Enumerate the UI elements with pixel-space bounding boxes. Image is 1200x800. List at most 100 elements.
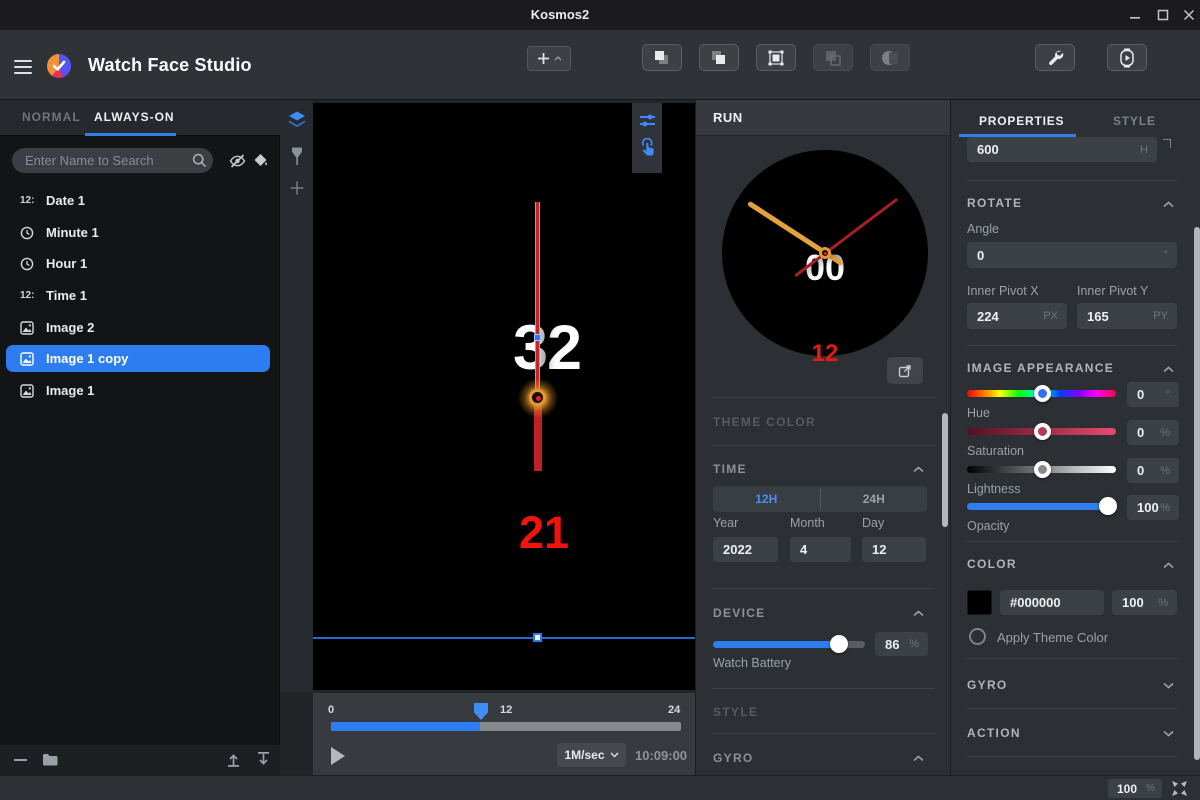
selection-bottom-edge xyxy=(313,637,695,639)
opacity-label: Opacity xyxy=(967,519,1009,533)
battery-slider-knob[interactable] xyxy=(830,635,848,653)
color-swatch[interactable] xyxy=(967,590,992,615)
close-icon[interactable] xyxy=(1178,4,1200,26)
timeline-track[interactable] xyxy=(331,722,681,731)
pivot-x-input[interactable]: 224 PX xyxy=(967,303,1067,329)
forward-button[interactable] xyxy=(642,44,682,71)
timeline-mid-label: 12 xyxy=(500,704,512,716)
touch-mode-icon[interactable] xyxy=(639,138,656,156)
tab-properties[interactable]: PROPERTIES xyxy=(979,114,1064,128)
add-component-button[interactable] xyxy=(527,46,571,71)
canvas-settings-icon[interactable] xyxy=(639,113,656,128)
action-expand-icon[interactable] xyxy=(1163,730,1174,737)
open-preview-button[interactable] xyxy=(887,357,923,384)
layer-row-image-2[interactable]: Image 2 xyxy=(6,314,270,341)
play-button[interactable] xyxy=(331,747,345,765)
divider xyxy=(967,541,1177,542)
device-collapse-icon[interactable] xyxy=(913,610,924,617)
gyro-expand-icon[interactable] xyxy=(1163,682,1174,689)
divider xyxy=(712,588,935,589)
backward-button[interactable] xyxy=(699,44,739,71)
link-dimensions-icon[interactable] xyxy=(1163,139,1171,148)
layer-row-minute-1[interactable]: Minute 1 xyxy=(6,219,270,246)
hue-knob[interactable] xyxy=(1034,385,1051,402)
tab-normal[interactable]: NORMAL xyxy=(22,110,81,124)
day-value: 12 xyxy=(872,542,886,557)
search-icon[interactable] xyxy=(192,153,207,168)
toggle-24h[interactable]: 24H xyxy=(821,486,928,512)
layer-label: Image 2 xyxy=(46,320,94,335)
add-guide-icon[interactable] xyxy=(290,181,304,195)
run-panel-scrollbar[interactable] xyxy=(942,413,948,527)
opacity-knob[interactable] xyxy=(1099,497,1117,515)
height-input[interactable]: 600 H xyxy=(967,137,1157,162)
angle-input[interactable]: 0 ° xyxy=(967,242,1177,268)
zoom-level-box[interactable]: 100 % xyxy=(1108,779,1162,798)
fit-to-screen-icon[interactable] xyxy=(1171,780,1188,797)
layer-row-hour-1[interactable]: Hour 1 xyxy=(6,250,270,277)
rotate-collapse-icon[interactable] xyxy=(1163,201,1174,208)
tab-style[interactable]: STYLE xyxy=(1113,114,1156,128)
tab-always-on[interactable]: ALWAYS-ON xyxy=(94,110,175,124)
layers-view-icon[interactable] xyxy=(288,111,306,128)
watchface-canvas[interactable]: 32 21 xyxy=(313,103,695,690)
pivot-x-value: 224 xyxy=(977,309,999,324)
lightness-unit: % xyxy=(1160,465,1170,477)
saturation-unit: % xyxy=(1160,427,1170,439)
battery-value: 86 xyxy=(885,637,899,652)
timeline: 0 12 24 1M/sec 10:09:00 xyxy=(313,693,695,775)
selection-center-handle[interactable] xyxy=(534,334,541,341)
day-input[interactable]: 12 xyxy=(862,537,926,562)
layer-row-image-1-copy[interactable]: Image 1 copy xyxy=(6,345,270,372)
lightness-knob[interactable] xyxy=(1034,461,1051,478)
time-collapse-icon[interactable] xyxy=(913,466,924,473)
paint-bucket-icon[interactable] xyxy=(253,153,270,169)
color-collapse-icon[interactable] xyxy=(1163,562,1174,569)
timeline-end-label: 24 xyxy=(668,704,680,716)
saturation-knob[interactable] xyxy=(1034,423,1051,440)
search-input[interactable] xyxy=(12,148,213,173)
hex-input[interactable]: #000000 xyxy=(1000,590,1104,615)
run-on-device-button[interactable] xyxy=(1107,44,1147,71)
timeline-playhead[interactable] xyxy=(474,703,488,720)
remove-layer-icon[interactable] xyxy=(14,758,27,762)
gyro-collapse-icon[interactable] xyxy=(913,755,924,762)
canvas-left-toolbar xyxy=(280,100,313,692)
left-tabs-bar: NORMAL ALWAYS-ON xyxy=(0,100,280,136)
folder-icon[interactable] xyxy=(42,753,58,766)
year-input[interactable]: 2022 xyxy=(713,537,778,562)
pivot-y-input[interactable]: 165 PY xyxy=(1077,303,1177,329)
maximize-icon[interactable] xyxy=(1152,4,1174,26)
group-button[interactable] xyxy=(756,44,796,71)
battery-value-box[interactable]: 86 % xyxy=(875,632,928,656)
layer-row-image-1[interactable]: Image 1 xyxy=(6,377,270,404)
month-value: 4 xyxy=(800,542,807,557)
toggle-12h[interactable]: 12H xyxy=(713,486,820,512)
hue-value-box[interactable]: 0 ° xyxy=(1127,382,1179,407)
layer-row-time-1[interactable]: 12: Time 1 xyxy=(6,282,270,309)
properties-scrollbar[interactable] xyxy=(1194,227,1200,760)
month-input[interactable]: 4 xyxy=(790,537,851,562)
eye-off-icon[interactable] xyxy=(229,154,246,168)
selection-bottom-handle[interactable] xyxy=(533,633,542,642)
lightness-value-box[interactable]: 0 % xyxy=(1127,458,1179,483)
run-watch-preview: 00 12 xyxy=(722,150,928,356)
pin-icon[interactable] xyxy=(291,147,303,166)
export-layers-icon[interactable] xyxy=(256,752,271,767)
saturation-value-box[interactable]: 0 % xyxy=(1127,420,1179,445)
color-alpha-box[interactable]: 100 % xyxy=(1112,590,1177,615)
opacity-slider[interactable] xyxy=(967,503,1116,510)
import-icon[interactable] xyxy=(226,752,241,767)
angle-unit: ° xyxy=(1164,249,1168,261)
hue-label: Hue xyxy=(967,406,990,420)
color-alpha-value: 100 xyxy=(1122,595,1144,610)
speed-dropdown[interactable]: 1M/sec xyxy=(557,743,626,767)
minimize-icon[interactable] xyxy=(1124,4,1146,26)
build-button[interactable] xyxy=(1035,44,1075,71)
layer-row-date-1[interactable]: 12: Date 1 xyxy=(6,187,270,214)
image-appearance-collapse-icon[interactable] xyxy=(1163,366,1174,373)
opacity-value-box[interactable]: 100 % xyxy=(1127,495,1179,520)
apply-theme-radio[interactable] xyxy=(969,628,986,645)
menu-icon[interactable] xyxy=(14,56,32,78)
action-section: ACTION xyxy=(967,726,1021,740)
